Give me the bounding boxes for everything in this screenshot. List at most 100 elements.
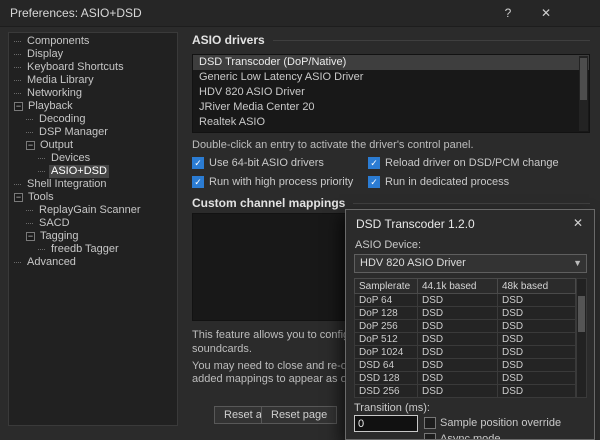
sidebar-item-playback[interactable]: − Playback <box>9 100 177 113</box>
table-cell[interactable]: DSD <box>418 372 498 385</box>
heading-rule <box>353 202 590 204</box>
checkbox-async-mode[interactable]: Async mode <box>424 433 501 440</box>
table-cell[interactable]: DSD <box>498 294 576 307</box>
preferences-tree: Components Display Keyboard Shortcuts Me… <box>8 32 178 426</box>
driver-list-item[interactable]: JRiver Media Center 20 <box>193 100 589 115</box>
sidebar-item-label-selected: ASIO+DSD <box>49 165 109 178</box>
sidebar-item-networking[interactable]: Networking <box>9 87 177 100</box>
checkbox-reload-driver[interactable]: ✓ Reload driver on DSD/PCM change <box>368 156 559 169</box>
checkbox-checked-icon: ✓ <box>192 175 204 188</box>
tree-collapse-icon[interactable]: − <box>14 102 23 111</box>
sidebar-item-shell-integration[interactable]: Shell Integration <box>9 178 177 191</box>
table-header-48k[interactable]: 48k based <box>498 278 576 294</box>
checkbox-label: Reload driver on DSD/PCM change <box>385 156 559 169</box>
chevron-down-icon: ▼ <box>573 258 582 268</box>
table-scrollbar[interactable] <box>576 278 587 398</box>
reset-page-button[interactable]: Reset page <box>261 406 338 424</box>
tree-collapse-icon[interactable]: − <box>26 232 35 241</box>
sidebar-item-display[interactable]: Display <box>9 48 177 61</box>
table-cell[interactable]: DSD <box>498 372 576 385</box>
tree-dash-icon <box>14 41 21 42</box>
asio-device-dropdown[interactable]: HDV 820 ASIO Driver ▼ <box>354 254 587 273</box>
sidebar-item-freedb-tagger[interactable]: freedb Tagger <box>9 243 177 256</box>
scrollbar-thumb[interactable] <box>578 296 585 332</box>
sidebar-item-output[interactable]: − Output <box>9 139 177 152</box>
asio-device-dropdown-value: HDV 820 ASIO Driver <box>360 257 466 269</box>
driver-list-item[interactable]: HDV 820 ASIO Driver <box>193 85 589 100</box>
tree-dash-icon <box>26 210 33 211</box>
table-cell[interactable]: DoP 128 <box>354 307 418 320</box>
tree-collapse-icon[interactable]: − <box>26 141 35 150</box>
table-cell[interactable]: DSD 128 <box>354 372 418 385</box>
scrollbar-thumb[interactable] <box>580 58 587 100</box>
sidebar-item-label: Output <box>40 139 74 151</box>
table-cell[interactable]: DSD <box>498 346 576 359</box>
table-cell[interactable]: DSD <box>418 346 498 359</box>
tree-dash-icon <box>26 223 33 224</box>
checkbox-label: Run in dedicated process <box>385 175 510 188</box>
table-cell[interactable]: DoP 64 <box>354 294 418 307</box>
asio-drivers-heading-label: ASIO drivers <box>192 33 265 47</box>
table-cell[interactable]: DSD <box>418 359 498 372</box>
table-cell[interactable]: DSD 64 <box>354 359 418 372</box>
sidebar-item-tools[interactable]: − Tools <box>9 191 177 204</box>
custom-mappings-heading-label: Custom channel mappings <box>192 196 346 210</box>
table-cell[interactable]: DSD <box>498 359 576 372</box>
sidebar-item-decoding[interactable]: Decoding <box>9 113 177 126</box>
tree-collapse-icon[interactable]: − <box>14 193 23 202</box>
transition-input[interactable] <box>354 415 418 432</box>
table-cell[interactable]: DoP 512 <box>354 333 418 346</box>
sidebar-item-sacd[interactable]: SACD <box>9 217 177 230</box>
checkbox-label: Async mode <box>440 433 501 440</box>
sidebar-item-tagging[interactable]: − Tagging <box>9 230 177 243</box>
table-cell[interactable]: DSD <box>418 294 498 307</box>
table-header-441k[interactable]: 44.1k based <box>418 278 498 294</box>
tree-dash-icon <box>38 171 45 172</box>
table-cell[interactable]: DSD <box>498 385 576 398</box>
table-cell[interactable]: DoP 1024 <box>354 346 418 359</box>
table-cell[interactable]: DSD <box>498 320 576 333</box>
table-cell[interactable]: DSD <box>498 307 576 320</box>
checkbox-sample-position-override[interactable]: Sample position override <box>424 417 561 429</box>
driver-list-item[interactable]: Realtek ASIO <box>193 115 589 130</box>
tree-dash-icon <box>14 184 21 185</box>
table-cell[interactable]: DSD <box>418 307 498 320</box>
dialog-close-icon[interactable]: ✕ <box>570 215 586 231</box>
checkbox-checked-icon: ✓ <box>368 175 380 188</box>
table-cell[interactable]: DSD <box>418 320 498 333</box>
checkbox-high-priority[interactable]: ✓ Run with high process priority <box>192 175 353 188</box>
sidebar-item-label: Tagging <box>40 230 79 242</box>
sidebar-item-keyboard-shortcuts[interactable]: Keyboard Shortcuts <box>9 61 177 74</box>
sidebar-item-dsp-manager[interactable]: DSP Manager <box>9 126 177 139</box>
sidebar-item-label: Playback <box>28 100 73 112</box>
sidebar-item-advanced[interactable]: Advanced <box>9 256 177 269</box>
driver-list-item-selected[interactable]: DSD Transcoder (DoP/Native) <box>193 55 589 70</box>
sidebar-item-label: SACD <box>39 217 70 229</box>
table-cell[interactable]: DSD <box>498 333 576 346</box>
help-icon[interactable]: ? <box>499 5 517 21</box>
close-icon[interactable]: ✕ <box>537 5 555 21</box>
table-cell[interactable]: DSD 256 <box>354 385 418 398</box>
dsd-transcoder-dialog: DSD Transcoder 1.2.0 ✕ ASIO Device: HDV … <box>345 209 595 440</box>
sidebar-item-replaygain-scanner[interactable]: ReplayGain Scanner <box>9 204 177 217</box>
sidebar-item-devices[interactable]: Devices <box>9 152 177 165</box>
sidebar-item-label: Media Library <box>27 74 94 86</box>
tree-dash-icon <box>38 249 45 250</box>
table-cell[interactable]: DoP 256 <box>354 320 418 333</box>
table-cell[interactable]: DSD <box>418 385 498 398</box>
checkbox-use-64bit[interactable]: ✓ Use 64-bit ASIO drivers <box>192 156 324 169</box>
driver-list-item[interactable]: Generic Low Latency ASIO Driver <box>193 70 589 85</box>
sidebar-item-components[interactable]: Components <box>9 35 177 48</box>
title-bar: Preferences: ASIO+DSD ? ✕ <box>0 0 600 27</box>
driver-list-scrollbar[interactable] <box>579 56 588 131</box>
table-cell[interactable]: DSD <box>418 333 498 346</box>
asio-drivers-heading: ASIO drivers <box>192 33 590 47</box>
tree-dash-icon <box>14 93 21 94</box>
table-header-samplerate[interactable]: Samplerate <box>354 278 418 294</box>
sidebar-item-media-library[interactable]: Media Library <box>9 74 177 87</box>
sidebar-item-asio-dsd[interactable]: ASIO+DSD <box>9 165 177 178</box>
tree-dash-icon <box>14 80 21 81</box>
heading-rule <box>272 39 590 41</box>
checkbox-checked-icon: ✓ <box>192 156 204 169</box>
checkbox-dedicated-process[interactable]: ✓ Run in dedicated process <box>368 175 509 188</box>
